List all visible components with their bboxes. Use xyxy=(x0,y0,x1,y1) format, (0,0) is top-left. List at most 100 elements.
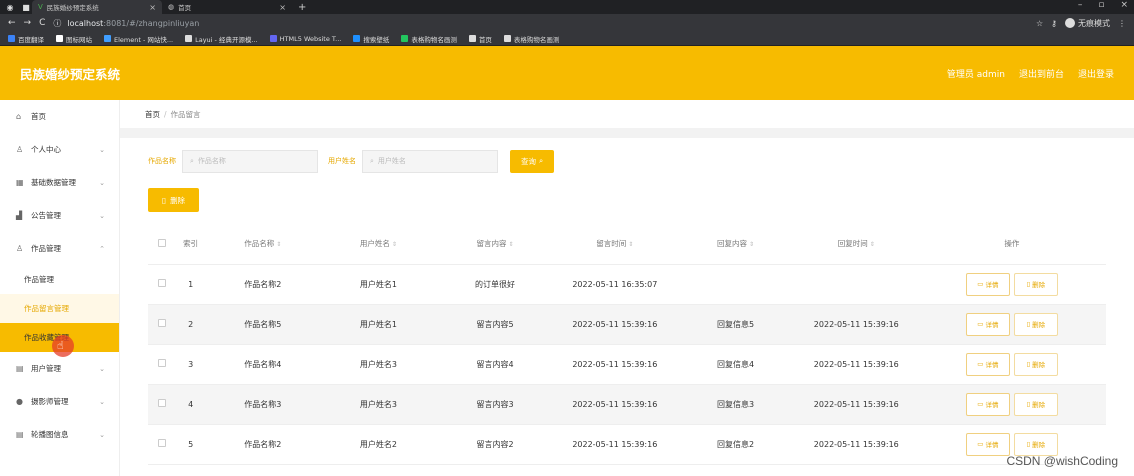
new-tab-button[interactable]: + xyxy=(298,2,306,13)
bookmark-item[interactable]: Element - 网站快... xyxy=(104,34,173,44)
bookmark-item[interactable]: 表格购物名画测 xyxy=(401,34,457,44)
user-icon: ♙ xyxy=(16,145,24,154)
detail-button[interactable]: ▭ 详情 xyxy=(965,392,1010,416)
sidebar-item[interactable]: ♙ 个人中心 ⌄ xyxy=(0,133,119,166)
column-header[interactable]: 作品名称 ⇕ xyxy=(205,224,321,265)
logout-link[interactable]: 退出登录 xyxy=(1078,67,1114,80)
table-cell: 回复信息5 xyxy=(676,304,795,345)
back-to-front-link[interactable]: 退出到前台 xyxy=(1019,67,1064,80)
key-icon[interactable]: ⚷ xyxy=(1051,19,1057,28)
more-icon[interactable]: ⋮ xyxy=(1118,19,1126,28)
row-checkbox[interactable] xyxy=(157,279,166,287)
column-header: 操作 xyxy=(917,224,1106,265)
row-checkbox[interactable] xyxy=(157,359,166,367)
bookmark-item[interactable]: 百度翻译 xyxy=(8,34,44,44)
sidebar-subitem[interactable]: 作品留言管理 xyxy=(0,294,119,323)
search-form: 作品名称 ⌕ 作品名称 用户姓名 ⌕ 用户姓名 查询 ⌕ xyxy=(148,140,1106,182)
column-header[interactable]: 回复时间 ⇕ xyxy=(794,224,918,265)
sort-icon[interactable]: ⇕ xyxy=(276,241,281,248)
browser-tab-active[interactable]: V 民族婚纱预定系统 × xyxy=(32,0,162,14)
trash-icon: ▯ xyxy=(1026,360,1031,368)
column-header[interactable]: 用户姓名 ⇕ xyxy=(320,224,437,265)
detail-button[interactable]: ▭ 详情 xyxy=(965,272,1010,296)
reload-icon[interactable]: C xyxy=(39,18,45,28)
cell-value: 留言内容5 xyxy=(476,319,514,329)
bookmark-item[interactable]: 搜索壁纸 xyxy=(353,34,389,44)
bookmark-item[interactable]: 首页 xyxy=(468,34,492,44)
sidebar-subitem-label: 作品管理 xyxy=(24,275,54,284)
breadcrumb: 首页 / 作品留言 xyxy=(120,100,1134,138)
close-icon[interactable]: × xyxy=(149,3,156,12)
back-icon[interactable]: ← xyxy=(8,18,16,28)
window-icon[interactable]: ■ xyxy=(20,1,32,13)
column-header[interactable]: 留言内容 ⇕ xyxy=(436,224,554,265)
sidebar-item[interactable]: ♙ 作品管理 ⌃ xyxy=(0,232,119,265)
browser-tab[interactable]: ◍ 首页 × xyxy=(162,0,292,14)
row-checkbox[interactable] xyxy=(157,439,166,447)
globe-icon: ◍ xyxy=(168,3,175,11)
column-header[interactable]: 回复内容 ⇕ xyxy=(676,224,795,265)
user-name-input[interactable]: ⌕ 用户姓名 xyxy=(362,149,498,173)
detail-button[interactable]: ▭ 详情 xyxy=(965,352,1010,376)
sort-icon[interactable]: ⇕ xyxy=(509,241,514,248)
detail-button[interactable]: ▭ 详情 xyxy=(965,432,1010,456)
table-row: 3 作品名称4 用户姓名3 留言内容4 2022-05-11 15:39:16 回复信息4… xyxy=(148,344,1106,385)
sidebar-item[interactable]: ▦ 基础数据管理 ⌄ xyxy=(0,166,119,199)
bookmark-item[interactable]: 图标网站 xyxy=(56,34,92,44)
select-all-checkbox[interactable] xyxy=(157,238,166,247)
edit-icon: ▭ xyxy=(977,320,984,328)
sort-icon[interactable]: ⇕ xyxy=(628,241,633,248)
url-field[interactable]: ⓘ localhost:8081/#/zhangpinliuyan xyxy=(53,18,1028,29)
table-cell: 作品名称3 xyxy=(205,384,321,425)
sidebar-item[interactable]: ⌂ 首页 xyxy=(0,100,119,133)
bookmark-item[interactable]: Layui - 经典开源模... xyxy=(185,34,258,44)
sidebar-subitem[interactable]: 作品收藏管理 ☝ xyxy=(0,323,119,357)
detail-label: 详情 xyxy=(985,441,999,449)
table-cell: 作品名称2 xyxy=(205,424,321,465)
browser-tab-strip: ◉ ■ V 民族婚纱预定系统 × ◍ 首页 × + – ▫ × xyxy=(0,0,1134,14)
restore-icon[interactable]: ▫ xyxy=(1098,0,1104,10)
column-header[interactable]: 留言时间 ⇕ xyxy=(553,224,677,265)
row-checkbox[interactable] xyxy=(157,319,166,327)
forward-icon[interactable]: → xyxy=(24,18,32,28)
edit-icon: ▭ xyxy=(977,440,984,448)
user-icon: ♙ xyxy=(16,244,24,253)
cell-value: 回复信息5 xyxy=(717,319,755,329)
sidebar-item[interactable]: ▟ 公告管理 ⌄ xyxy=(0,199,119,232)
batch-delete-button[interactable]: ▯ 删除 xyxy=(148,188,199,212)
row-checkbox[interactable] xyxy=(157,399,166,407)
sidebar-item[interactable]: ▤ 轮播图信息 ⌄ xyxy=(0,418,119,451)
sidebar-item[interactable]: ● 摄影师管理 ⌄ xyxy=(0,385,119,418)
detail-button[interactable]: ▭ 详情 xyxy=(965,312,1010,336)
sidebar-item[interactable]: ▤ 用户管理 ⌄ xyxy=(0,352,119,385)
query-button[interactable]: 查询 ⌕ xyxy=(510,149,555,173)
row-delete-button[interactable]: ▯ 删除 xyxy=(1013,432,1058,456)
browser-menu-icon[interactable]: ◉ xyxy=(4,1,16,13)
column-header: 索引 xyxy=(175,224,206,265)
bookmark-item[interactable]: 表格购物名画测 xyxy=(503,34,559,44)
table-cell: 留言内容2 xyxy=(436,424,554,465)
table-row: 1 作品名称2 用户姓名1 的订单很好 2022-05-11 16:35:07 ▭ 详情 ▯ 删… xyxy=(148,264,1106,305)
sort-icon[interactable]: ⇕ xyxy=(870,241,875,248)
cell-value: 2022-05-11 15:39:16 xyxy=(572,439,658,449)
sort-icon[interactable]: ⇕ xyxy=(392,241,397,248)
row-delete-button[interactable]: ▯ 删除 xyxy=(1013,272,1058,296)
row-delete-button[interactable]: ▯ 删除 xyxy=(1013,312,1058,336)
row-delete-button[interactable]: ▯ 删除 xyxy=(1013,392,1058,416)
sidebar-item-label: 公告管理 xyxy=(31,211,61,220)
bookmark-item[interactable]: HTML5 Website T... xyxy=(269,35,341,43)
minimize-icon[interactable]: – xyxy=(1078,0,1083,10)
close-window-icon[interactable]: × xyxy=(1120,0,1128,10)
star-icon[interactable]: ☆ xyxy=(1036,19,1043,28)
close-icon[interactable]: × xyxy=(279,3,286,12)
pin-icon: ● xyxy=(16,397,23,406)
table-cell xyxy=(794,264,918,305)
column-header-label: 索引 xyxy=(183,239,199,249)
row-delete-button[interactable]: ▯ 删除 xyxy=(1013,352,1058,376)
sort-icon[interactable]: ⇕ xyxy=(749,241,754,248)
sidebar-subitem[interactable]: 作品管理 xyxy=(0,265,119,294)
work-name-input[interactable]: ⌕ 作品名称 xyxy=(182,149,318,173)
cell-value: 回复信息3 xyxy=(717,399,755,409)
breadcrumb-home[interactable]: 首页 xyxy=(145,109,160,120)
profile-button[interactable]: 无痕模式 xyxy=(1065,18,1110,29)
